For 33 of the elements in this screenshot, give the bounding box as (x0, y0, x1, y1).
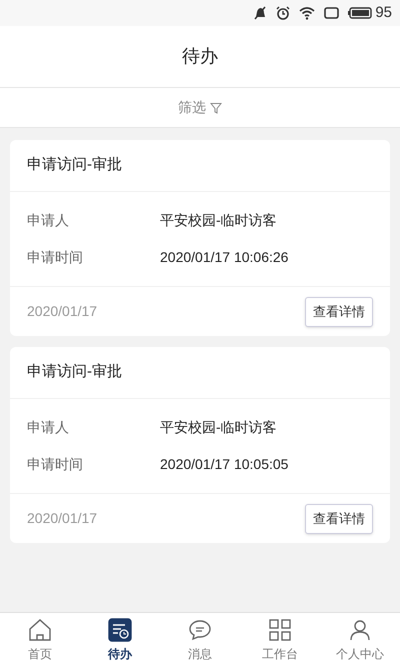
person-icon (348, 618, 372, 642)
view-details-button[interactable]: 查看详情 (305, 504, 373, 534)
tab-bar-item[interactable]: 个人中心 (320, 613, 400, 667)
card-title: 申请访问-审批 (27, 155, 122, 176)
filter-icon (210, 102, 222, 114)
screen-icon (324, 7, 340, 19)
tab-bar-item[interactable]: 待办 (80, 613, 160, 667)
page-title: 待办 (182, 45, 218, 68)
field-value: 2020/01/17 10:06:26 (160, 248, 288, 267)
filter-button[interactable]: 筛选 (0, 88, 400, 128)
tab-bar-item[interactable]: 首页 (0, 613, 80, 667)
tab-bar-item[interactable]: 消息 (160, 613, 240, 667)
task-clock-icon (108, 618, 132, 642)
card-title: 申请访问-审批 (27, 362, 122, 382)
field-value: 平安校园-临时访客 (160, 418, 277, 437)
field-label: 申请时间 (27, 248, 84, 267)
card-date: 2020/01/17 (27, 509, 98, 528)
field-label: 申请人 (27, 211, 70, 230)
battery-level: 95 (375, 2, 392, 23)
tab-bar-item[interactable]: 工作台 (240, 613, 320, 667)
battery-icon (348, 7, 372, 19)
card-date: 2020/01/17 (27, 302, 98, 321)
wifi-icon (299, 6, 316, 20)
home-icon (28, 618, 52, 642)
field-value: 2020/01/17 10:05:05 (160, 455, 288, 474)
grid-icon (268, 618, 292, 642)
chat-icon (188, 618, 212, 642)
alarm-icon (276, 6, 290, 20)
view-details-button[interactable]: 查看详情 (305, 296, 373, 326)
field-value: 平安校园-临时访客 (160, 211, 277, 230)
muted-bell-icon (253, 6, 268, 20)
field-label: 申请人 (27, 418, 70, 437)
field-label: 申请时间 (27, 455, 84, 474)
